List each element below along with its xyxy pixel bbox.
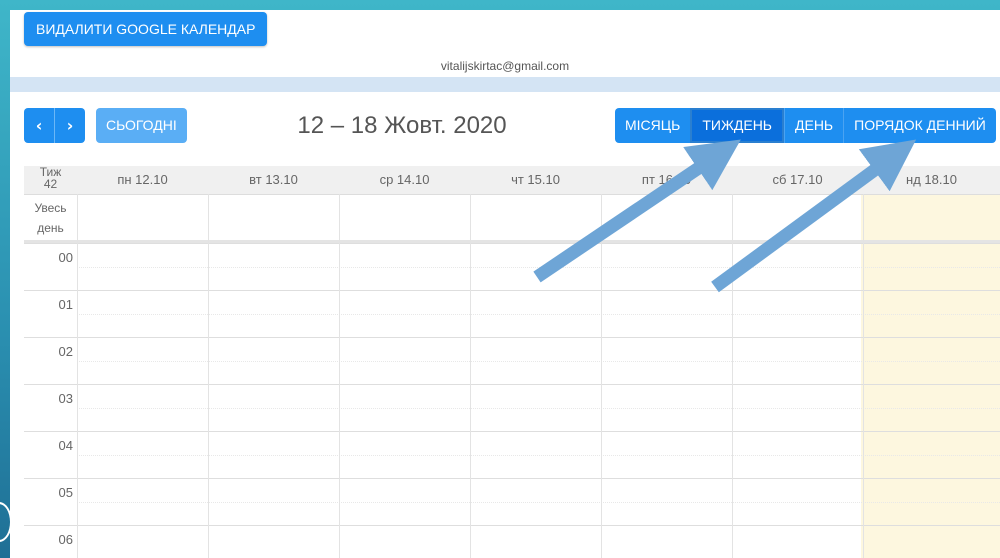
hour-row[interactable]: 02 [24,337,1000,385]
week-number: Тиж 42 [39,166,62,191]
hour-row[interactable]: 06 [24,525,1000,558]
hour-row[interactable]: 03 [24,384,1000,432]
view-day-button[interactable]: ДЕНЬ [784,108,844,143]
hour-label: 00 [58,250,73,265]
day-header[interactable]: чт 15.10 [470,166,601,194]
week-grid: Тиж 42 пн 12.10 вт 13.10 ср 14.10 чт 15.… [24,166,1000,558]
hour-label: 03 [58,391,73,406]
hour-row[interactable]: 00 [24,243,1000,291]
day-header[interactable]: пт 16.10 [601,166,732,194]
view-week-button[interactable]: ТИЖДЕНЬ [690,108,784,143]
hour-row[interactable]: 04 [24,431,1000,479]
hour-label: 06 [58,532,73,547]
day-header[interactable]: нд 18.10 [863,166,1000,194]
hour-row[interactable]: 01 [24,290,1000,338]
view-month-button[interactable]: МІСЯЦЬ [615,108,691,143]
calendar-panel: ВИДАЛИТИ GOOGLE КАЛЕНДАР vitalijskirtac@… [10,10,1000,558]
day-header[interactable]: ср 14.10 [339,166,470,194]
hour-label: 04 [58,438,73,453]
chevron-left-icon[interactable]: ‹ [24,108,54,143]
remove-google-calendar-button[interactable]: ВИДАЛИТИ GOOGLE КАЛЕНДАР [24,12,268,46]
hour-label: 05 [58,485,73,500]
view-switcher: МІСЯЦЬ ТИЖДЕНЬ ДЕНЬ ПОРЯДОК ДЕННИЙ [615,108,996,143]
view-agenda-button[interactable]: ПОРЯДОК ДЕННИЙ [843,108,996,143]
day-header[interactable]: вт 13.10 [208,166,339,194]
today-button[interactable]: СЬОГОДНІ [96,108,187,143]
chevron-right-icon[interactable]: › [54,108,85,143]
hour-label: 01 [58,297,73,312]
day-header[interactable]: пн 12.10 [77,166,208,194]
all-day-label: Увесь день [34,201,67,235]
account-email: vitalijskirtac@gmail.com [440,59,570,73]
grid-header: Тиж 42 пн 12.10 вт 13.10 ср 14.10 чт 15.… [24,166,1000,195]
period-title: 12 – 18 Жовт. 2020 [297,112,507,139]
separator-bar [10,77,1000,92]
hour-label: 02 [58,344,73,359]
day-header[interactable]: сб 17.10 [732,166,863,194]
nav-buttons: ‹ › [24,108,85,143]
all-day-row[interactable]: Увесь день [24,194,1000,243]
hour-row[interactable]: 05 [24,478,1000,526]
